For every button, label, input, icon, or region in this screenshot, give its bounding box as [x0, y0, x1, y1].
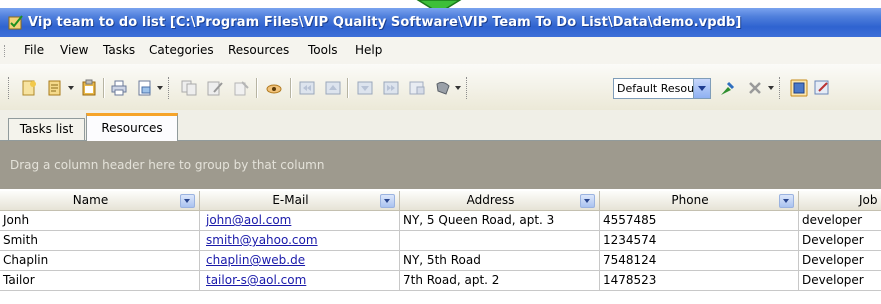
column-header-name[interactable]: Name	[0, 191, 200, 211]
column-header-email-label: E-Mail	[272, 193, 309, 207]
cell-email-link[interactable]: john@aol.com	[200, 211, 400, 230]
last-icon[interactable]	[382, 79, 400, 97]
toolbar-separator-4	[347, 78, 349, 98]
menu-tasks[interactable]: Tasks	[101, 37, 137, 64]
column-header-job[interactable]: Job	[799, 191, 881, 211]
column-filter-address-button[interactable]	[580, 194, 595, 208]
menu-grip	[4, 45, 7, 57]
cell-email-link[interactable]: smith@yahoo.com	[200, 231, 400, 250]
toolbar-separator	[103, 78, 105, 98]
menu-tools[interactable]: Tools	[306, 37, 340, 64]
window-title: Vip team to do list [C:\Program Files\VI…	[28, 15, 742, 30]
toolbar-separator-3	[290, 78, 292, 98]
cell-name: Tailor	[0, 271, 200, 290]
cell-phone: 1234574	[600, 231, 799, 250]
cell-email-link[interactable]: tailor-s@aol.com	[200, 271, 400, 290]
resource-combo-dropdown-button[interactable]	[693, 79, 710, 98]
tab-resources[interactable]: Resources	[86, 113, 178, 143]
next-icon[interactable]	[356, 79, 374, 97]
new-item-icon[interactable]	[46, 79, 64, 97]
resources-grid: Name E-Mail Address Phone Job Jonh john@…	[0, 189, 881, 304]
menu-help[interactable]: Help	[353, 37, 384, 64]
toolbar: Default Resou	[0, 64, 881, 111]
view-columns-icon[interactable]	[434, 79, 452, 97]
toolbar-grip-3	[466, 77, 469, 99]
column-header-address[interactable]: Address	[400, 191, 600, 211]
table-row[interactable]: Tailor tailor-s@aol.com 7th Road, apt. 2…	[0, 271, 881, 291]
tab-strip: Tasks list Resources	[0, 110, 881, 143]
cell-name: Chaplin	[0, 251, 200, 270]
group-by-hint: Drag a column header here to group by th…	[10, 158, 325, 172]
menu-resources[interactable]: Resources	[226, 37, 291, 64]
tab-tasks-list[interactable]: Tasks list	[8, 118, 85, 140]
cell-name: Jonh	[0, 211, 200, 230]
new-item-dropdown-icon[interactable]	[68, 86, 74, 90]
copy-icon[interactable]	[180, 79, 198, 97]
settings-icon[interactable]	[813, 79, 831, 97]
cell-address: 7th Road, apt. 2	[400, 271, 600, 290]
column-header-phone[interactable]: Phone	[600, 191, 799, 211]
remove-resource-icon[interactable]	[746, 79, 764, 97]
cell-job: Developer	[802, 253, 864, 267]
chevron-down-icon	[384, 199, 390, 203]
column-header-address-label: Address	[466, 193, 515, 207]
table-row[interactable]: Smith smith@yahoo.com 1234574 Developer	[0, 231, 881, 251]
app-icon	[8, 15, 23, 30]
cell-email-link[interactable]: chaplin@web.de	[200, 251, 400, 270]
column-filter-email-button[interactable]	[380, 194, 395, 208]
cell-job: developer	[802, 213, 863, 227]
column-header-phone-label: Phone	[671, 193, 709, 207]
cell-job: Developer	[802, 273, 864, 287]
toolbar-grip-4	[779, 77, 782, 99]
find-icon[interactable]	[265, 79, 283, 97]
table-row[interactable]: Chaplin chaplin@web.de NY, 5th Road 7548…	[0, 251, 881, 271]
cell-address: NY, 5th Road	[400, 251, 600, 270]
edit-icon[interactable]	[206, 79, 224, 97]
first-icon[interactable]	[298, 79, 316, 97]
chevron-down-icon	[698, 86, 706, 91]
window-title-bar: Vip team to do list [C:\Program Files\VI…	[0, 8, 881, 37]
column-header-email[interactable]: E-Mail	[200, 191, 400, 211]
menu-bar: File View Tasks Categories Resources Too…	[0, 37, 881, 64]
filter-icon[interactable]	[408, 79, 426, 97]
chevron-down-icon	[184, 199, 190, 203]
view-dropdown-icon[interactable]	[455, 86, 461, 90]
new-task-icon[interactable]	[20, 79, 38, 97]
menu-file[interactable]: File	[22, 37, 46, 64]
table-row[interactable]: Jonh john@aol.com NY, 5 Queen Road, apt.…	[0, 211, 881, 231]
cell-phone: 7548124	[600, 251, 799, 270]
cell-address	[400, 231, 600, 250]
toolbar-separator-2	[256, 78, 258, 98]
resource-combo-value: Default Resou	[617, 82, 693, 95]
remove-dropdown-icon[interactable]	[768, 86, 774, 90]
toolbar-grip	[8, 77, 11, 99]
delete-icon[interactable]	[232, 79, 250, 97]
cell-phone: 1478523	[600, 271, 799, 290]
cell-name: Smith	[0, 231, 200, 250]
column-header-name-label: Name	[72, 193, 109, 207]
cell-phone: 4557485	[600, 211, 799, 230]
chevron-down-icon	[783, 199, 789, 203]
print-dropdown-icon[interactable]	[157, 86, 163, 90]
group-by-panel[interactable]: Drag a column header here to group by th…	[0, 141, 881, 189]
column-filter-phone-button[interactable]	[779, 194, 794, 208]
print-preview-icon[interactable]	[136, 79, 154, 97]
column-filter-name-button[interactable]	[180, 194, 195, 208]
toolbar-grip-2	[168, 77, 171, 99]
cell-address: NY, 5 Queen Road, apt. 3	[400, 211, 600, 230]
menu-categories[interactable]: Categories	[147, 37, 216, 64]
clipboard-icon[interactable]	[80, 79, 98, 97]
chevron-down-icon	[584, 199, 590, 203]
resource-combo[interactable]: Default Resou	[613, 78, 711, 99]
cell-job: Developer	[802, 233, 864, 247]
previous-icon[interactable]	[324, 79, 342, 97]
column-header-job-label: Job	[859, 193, 878, 207]
menu-view[interactable]: View	[58, 37, 90, 64]
add-resource-icon[interactable]	[718, 79, 736, 97]
view-icon[interactable]	[790, 79, 808, 97]
print-icon[interactable]	[110, 79, 128, 97]
